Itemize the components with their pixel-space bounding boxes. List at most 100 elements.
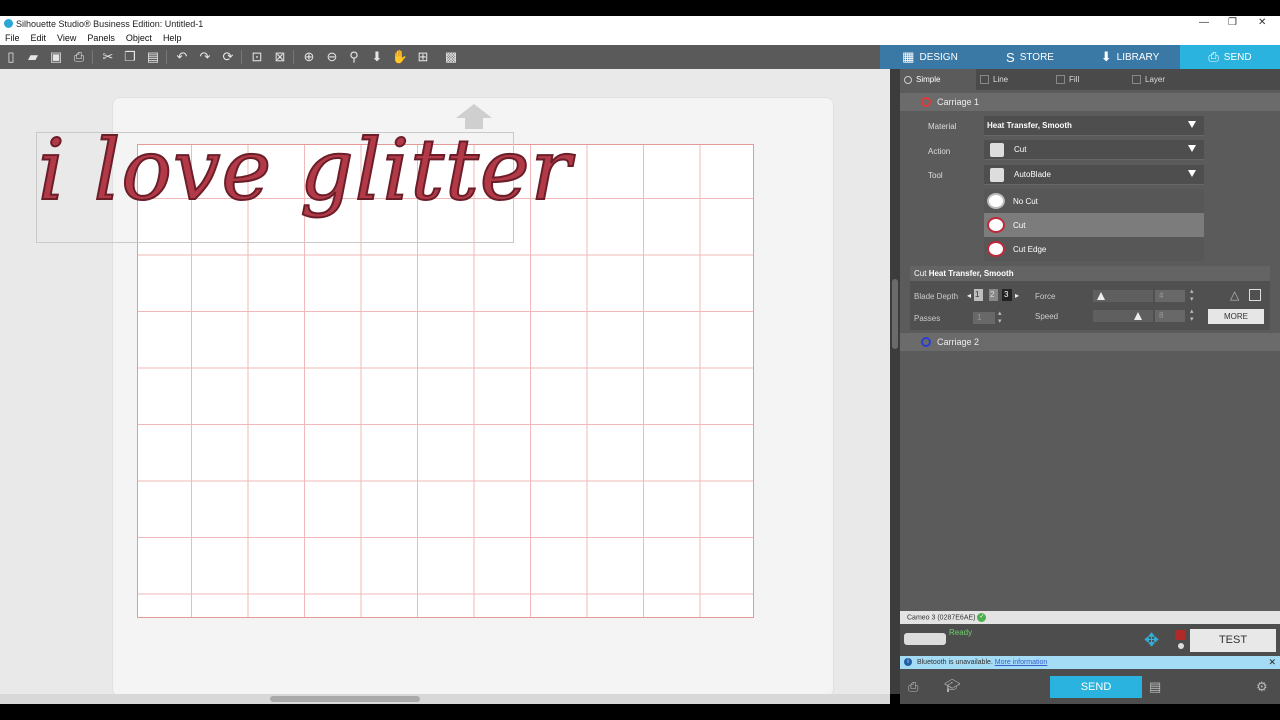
send-cutter-icon: ⎙ [1208,49,1219,64]
open-folder-icon[interactable]: ▰ [24,48,42,66]
tab-fill-label: Fill [1069,75,1080,84]
toolbar-divider [293,50,294,64]
tutorial-cap-icon[interactable]: 🎓︎ [944,678,961,694]
passes-stepper-icon[interactable]: ▴ ▾ [998,309,1002,325]
action-label: Action [928,147,951,156]
pause-dot-icon[interactable] [1178,643,1184,649]
passes-value[interactable]: 1 [973,312,995,324]
tab-line-label: Line [993,75,1009,84]
zoom-in-icon[interactable]: ⊕ [300,48,318,66]
material-dropdown[interactable]: Heat Transfer, Smooth [984,116,1204,136]
force-value[interactable]: 4 [1155,290,1185,302]
send-button[interactable]: SEND [1050,676,1142,698]
tab-fill[interactable]: Fill [1052,69,1128,90]
speed-value[interactable]: 8 [1155,310,1185,322]
blade-box-icon[interactable] [1249,289,1261,301]
maximize-button[interactable]: ❐ [1228,17,1237,28]
vertical-scroll-thumb[interactable] [892,279,898,349]
close-button[interactable]: ✕ [1258,17,1266,28]
trace-pattern-icon[interactable]: ▩ [442,48,460,66]
cut-edge-icon [987,241,1005,257]
redraw-icon[interactable]: ⟳ [219,48,237,66]
cutter-settings-icon[interactable]: ⎙ [908,679,918,695]
carriage-1-header[interactable]: Carriage 1 [900,93,1280,111]
save-icon[interactable]: ▣ [47,48,65,66]
force-slider[interactable] [1093,290,1153,302]
print-icon[interactable]: ⎙ [70,48,88,66]
store-icon: S [1006,49,1015,65]
toolbar-divider [166,50,167,64]
menu-view[interactable]: View [52,32,82,45]
test-button[interactable]: TEST [1190,629,1276,652]
horizontal-scrollbar[interactable] [0,694,890,704]
action-value: Cut [1014,145,1027,154]
vertical-scrollbar[interactable] [890,69,900,694]
library-download-icon: ⬇ [1100,49,1112,64]
horizontal-scroll-thumb[interactable] [270,696,420,702]
zoom-out-icon[interactable]: ⊖ [323,48,341,66]
force-slider-knob[interactable] [1097,292,1105,300]
redo-icon[interactable]: ↷ [196,48,214,66]
design-text-object[interactable]: i love glitter [37,120,572,220]
option-cut-edge[interactable]: Cut Edge [984,237,1204,261]
menu-help[interactable]: Help [158,32,188,45]
tool-dropdown[interactable]: AutoBlade [984,165,1204,185]
carriage-2-header[interactable]: Carriage 2 [900,333,1280,351]
info-icon: i [904,658,912,666]
hand-pan-icon[interactable]: ✋ [391,48,409,66]
tab-store[interactable]: S STORE [980,45,1080,69]
blade-depth-3[interactable]: 3 [1002,289,1012,301]
tab-design[interactable]: ▦ DESIGN [880,45,980,69]
blade-depth-2[interactable]: 2 [989,289,998,301]
option-no-cut[interactable]: No Cut [984,189,1204,213]
paste-icon[interactable]: ▤ [144,48,162,66]
blade-depth-decrease-icon[interactable]: ◂ [967,291,971,300]
deselect-icon[interactable]: ⊠ [271,48,289,66]
undo-icon[interactable]: ↶ [173,48,191,66]
speed-slider-knob[interactable] [1134,312,1142,320]
new-file-icon[interactable]: ▯ [2,48,20,66]
ratchet-blade-icon[interactable]: △ [1230,288,1239,302]
close-notice-icon[interactable]: ✕ [1268,657,1276,668]
feed-direction-arrow-icon [456,104,492,118]
copy-icon[interactable]: ❐ [121,48,139,66]
menu-edit[interactable]: Edit [26,32,53,45]
move-blade-icon[interactable]: ✥ [1144,630,1159,651]
tab-simple[interactable]: Simple [900,69,976,90]
more-information-link[interactable]: More information [995,659,1048,666]
material-value: Heat Transfer, Smooth [987,121,1072,130]
send-panel: Simple Line Fill Layer Carriage 1 Materi… [900,69,1280,694]
tab-line[interactable]: Line [976,69,1052,90]
menu-object[interactable]: Object [121,32,158,45]
minimize-button[interactable]: — [1199,17,1209,28]
bluetooth-notice: i Bluetooth is unavailable. More informa… [900,656,1280,669]
gear-icon[interactable]: ⚙ [1256,679,1268,695]
more-button[interactable]: MORE [1208,309,1264,324]
action-dropdown[interactable]: Cut [984,140,1204,160]
speed-stepper-icon[interactable]: ▴ ▾ [1190,307,1194,323]
cut-settings-header: Cut Heat Transfer, Smooth [910,266,1270,281]
force-stepper-icon[interactable]: ▴ ▾ [1190,287,1194,303]
blade-depth-increase-icon[interactable]: ▸ [1015,291,1019,300]
tool-label: Tool [928,171,943,180]
stop-icon[interactable] [1175,630,1185,640]
cut-settings-section: Cut Heat Transfer, Smooth Blade Depth ◂ … [910,266,1270,330]
pan-down-icon[interactable]: ⬇ [368,48,386,66]
bottom-black-bar [0,704,1280,720]
carriage-2-label: Carriage 2 [937,337,980,347]
tab-library-label: LIBRARY [1116,51,1160,63]
speed-slider[interactable] [1093,310,1153,322]
tab-library[interactable]: ⬇ LIBRARY [1080,45,1180,69]
option-cut[interactable]: Cut [984,213,1204,237]
menu-panels[interactable]: Panels [82,32,121,45]
blade-depth-1[interactable]: 1 [974,289,983,301]
zoom-select-icon[interactable]: ⚲ [345,48,363,66]
queue-list-icon[interactable]: ▤ [1149,679,1161,695]
tab-layer[interactable]: Layer [1128,69,1204,90]
fit-to-page-icon[interactable]: ⊞ [414,48,432,66]
tab-send[interactable]: ⎙ SEND [1180,45,1280,69]
design-canvas[interactable]: i love glitter [0,69,890,697]
select-all-icon[interactable]: ⊡ [248,48,266,66]
cut-icon[interactable]: ✂ [99,48,117,66]
menu-file[interactable]: File [0,32,26,45]
